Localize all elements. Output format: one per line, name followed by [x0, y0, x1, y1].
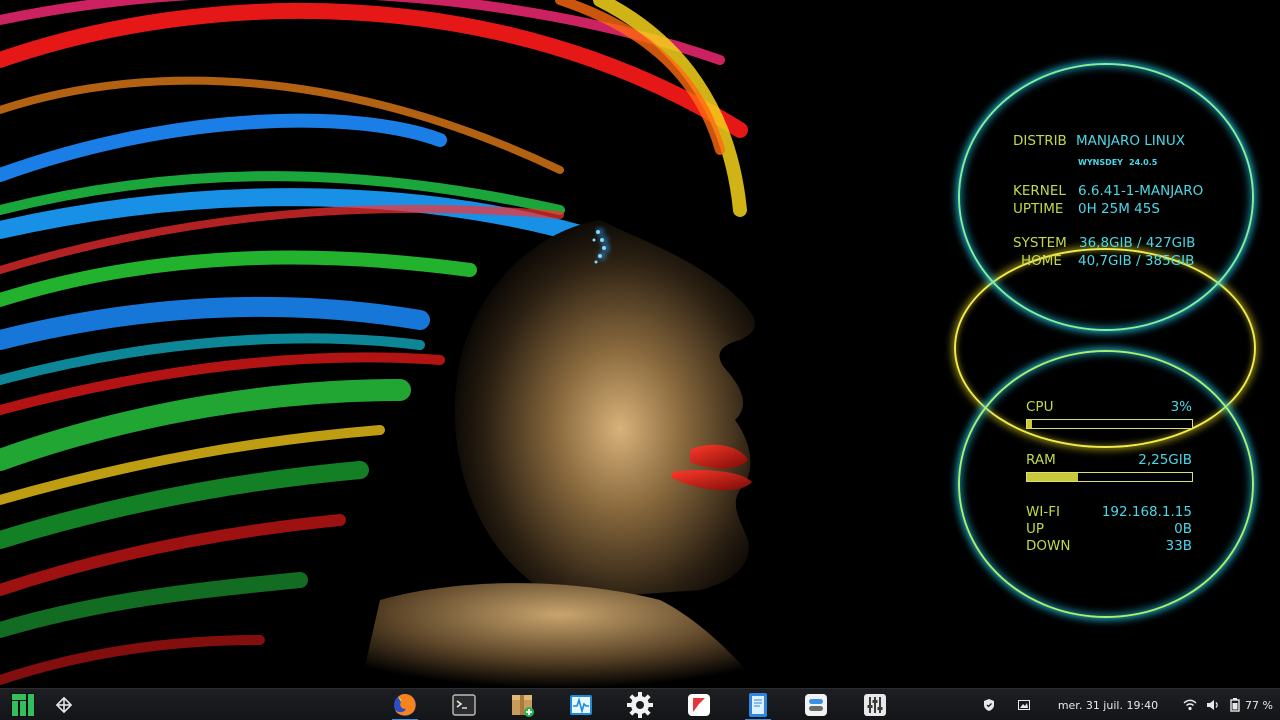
taskbar-app-flatpak-store[interactable]	[682, 689, 716, 720]
tray-security-button[interactable]	[980, 689, 998, 720]
wifi-ip-value: 192.168.1.15	[1101, 504, 1192, 520]
home-disk-value: 40,7GIB / 385GIB	[1078, 253, 1195, 269]
kernel-value: 6.6.41-1-MANJARO	[1078, 183, 1204, 199]
screen-icon	[1018, 700, 1030, 710]
battery-icon	[1230, 698, 1240, 712]
uptime-label: UPTIME	[1013, 201, 1064, 217]
cpu-value: 3%	[1170, 399, 1192, 415]
ram-value: 2,25GIB	[1138, 452, 1192, 468]
ram-usage-fill	[1027, 473, 1079, 481]
conky-ring-bottom	[958, 350, 1254, 618]
download-value: 33B	[1165, 538, 1192, 554]
terminal-icon	[452, 694, 476, 716]
tray-clock[interactable]: mer. 31 juil. 19:40	[1052, 689, 1164, 720]
system-disk-label: SYSTEM	[1013, 235, 1067, 251]
shield-icon	[984, 699, 994, 711]
tray-display-button[interactable]	[1015, 689, 1033, 720]
system-disk-value: 36,8GIB / 427GIB	[1079, 235, 1196, 251]
taskbar-app-software-center[interactable]	[799, 689, 833, 720]
distrib-label: DISTRIB	[1013, 133, 1067, 149]
taskbar-app-firefox[interactable]	[388, 689, 422, 720]
taskbar-app-text-editor[interactable]	[741, 689, 775, 720]
taskbar-app-package-manager[interactable]	[505, 689, 539, 720]
version: 24.0.5	[1129, 158, 1158, 167]
text-editor-icon	[749, 693, 767, 717]
firefox-icon	[394, 694, 416, 716]
manjaro-menu-icon	[11, 693, 35, 717]
tray-network-button[interactable]	[1181, 689, 1199, 720]
home-disk-label: HOME	[1021, 253, 1062, 269]
mixer-settings-icon	[864, 694, 886, 716]
flatpak-store-icon	[688, 694, 710, 716]
date-time: mer. 31 juil. 19:40	[1057, 698, 1159, 712]
tray-battery-button[interactable]: 77 %	[1230, 689, 1274, 720]
workspace-switcher-button[interactable]	[50, 689, 78, 720]
settings-gear-icon	[627, 692, 653, 718]
workspace-switcher-icon	[55, 696, 73, 714]
software-center-icon	[805, 694, 827, 716]
taskbar-app-settings[interactable]	[623, 689, 657, 720]
package-manager-icon	[512, 695, 534, 717]
uptime-value: 0H 25M 45S	[1078, 201, 1160, 217]
taskbar-app-system-monitor[interactable]	[564, 689, 598, 720]
cpu-usage-fill	[1027, 420, 1032, 428]
system-monitor-icon	[570, 695, 592, 715]
taskbar-app-mixer-settings[interactable]	[858, 689, 892, 720]
upload-value: 0B	[1174, 521, 1192, 537]
codename: WYNSDEY	[1078, 158, 1123, 167]
battery-percent: 77 %	[1245, 698, 1273, 712]
taskbar-app-terminal[interactable]	[447, 689, 481, 720]
kernel-label: KERNEL	[1013, 183, 1066, 199]
wifi-icon	[1183, 699, 1197, 711]
volume-icon	[1207, 700, 1218, 710]
distrib-value: MANJARO LINUX	[1076, 133, 1185, 149]
cpu-usage-bar	[1026, 419, 1193, 429]
manjaro-menu-button[interactable]	[8, 689, 38, 720]
taskbar: mer. 31 juil. 19:40 77 %	[0, 688, 1280, 720]
tray-volume-button[interactable]	[1204, 689, 1222, 720]
ram-usage-bar	[1026, 472, 1193, 482]
